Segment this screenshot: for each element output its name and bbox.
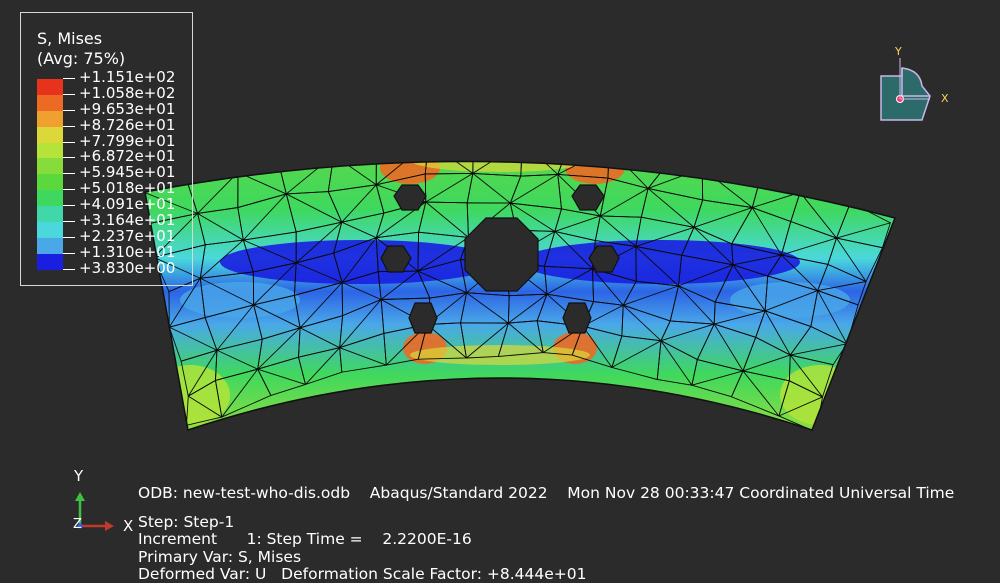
legend-swatch <box>37 190 63 207</box>
legend-swatch <box>37 206 63 223</box>
legend-swatch <box>37 237 63 254</box>
legend-swatch <box>37 142 63 159</box>
legend-swatch <box>37 222 63 238</box>
legend-swatch <box>37 253 63 270</box>
legend-level-label: +3.830e+00 <box>62 260 175 277</box>
triad-y-label: Y <box>74 467 84 485</box>
increment-info: Increment 1: Step Time = 2.2200E-16 <box>138 530 472 548</box>
legend-color-bar <box>37 79 63 270</box>
step-info: Step: Step-1 <box>138 513 235 531</box>
triad-z-label: Z <box>73 517 82 532</box>
legend-labels: +1.151e+02 +1.058e+02 +9.653e+01 +8.726e+01… <box>62 69 175 277</box>
view-cube-y-label: Y <box>895 45 902 58</box>
legend-subtitle: (Avg: 75%) <box>37 49 126 68</box>
deformed-var-info: Deformed Var: U Deformation Scale Factor… <box>138 565 587 583</box>
primary-var-info: Primary Var: S, Mises <box>138 548 302 566</box>
legend-swatch <box>37 110 63 127</box>
legend-swatch <box>37 126 63 143</box>
view-cube-x-label: X <box>941 92 949 105</box>
legend-swatch <box>37 79 63 95</box>
legend-swatch <box>37 158 63 175</box>
odb-info-line: ODB: new-test-who-dis.odb Abaqus/Standar… <box>138 484 955 502</box>
triad-x-label: X <box>123 517 134 535</box>
legend-swatch <box>37 174 63 191</box>
model-viewport[interactable]: S, Mises (Avg: 75%) +1.151e+02 +1.058e+02… <box>0 0 1000 583</box>
view-cube[interactable] <box>872 44 952 124</box>
legend-swatch <box>37 94 63 111</box>
legend-title: S, Mises <box>37 29 103 48</box>
contour-legend[interactable]: S, Mises (Avg: 75%) +1.151e+02 +1.058e+02… <box>20 12 193 286</box>
